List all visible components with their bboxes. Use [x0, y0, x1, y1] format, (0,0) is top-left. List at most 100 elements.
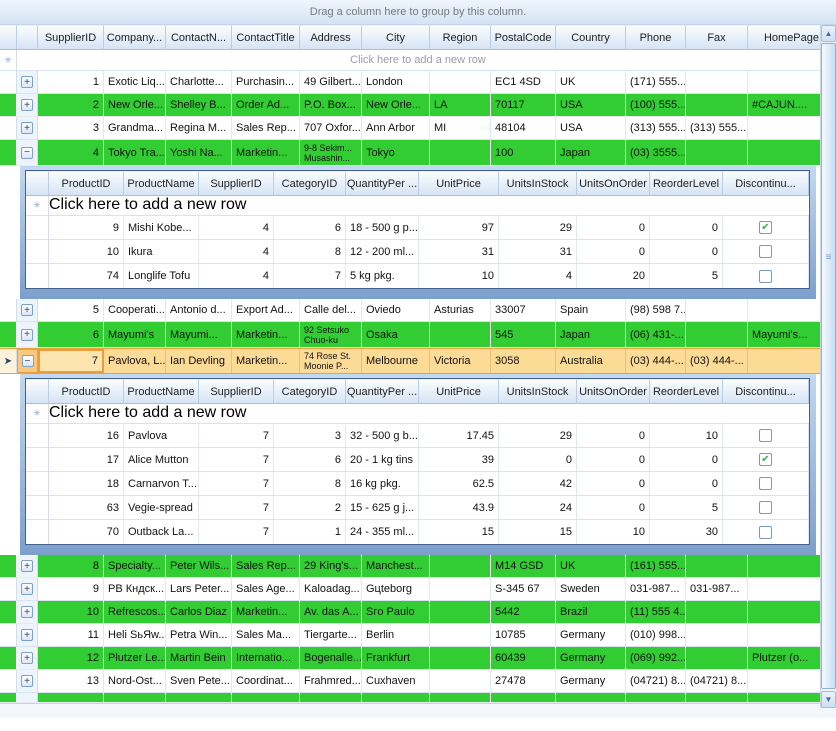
detail-column-header-supplier_id[interactable]: SupplierID [199, 379, 274, 404]
detail-column-header-category_id[interactable]: CategoryID [274, 171, 346, 196]
cell-contact_title[interactable]: Order Ad... [232, 94, 300, 116]
cell-fax[interactable] [686, 555, 748, 577]
cell-contact_title[interactable]: Sales Ma... [232, 624, 300, 646]
cell-phone[interactable]: (06) 431-... [626, 322, 686, 347]
cell-product_id[interactable]: 10 [49, 240, 124, 263]
detail-column-header-product_name[interactable]: ProductName [124, 379, 199, 404]
expand-cell[interactable]: − [17, 140, 38, 165]
cell-postal_code[interactable]: 10785 [491, 624, 556, 646]
detail-column-header-unit_price[interactable]: UnitPrice [419, 171, 499, 196]
detail-column-header-units_on_order[interactable]: UnitsOnOrder [577, 171, 650, 196]
detail-column-header-unit_price[interactable]: UnitPrice [419, 379, 499, 404]
cell-contact_name[interactable]: Peter Wils... [166, 555, 232, 577]
cell-product_id[interactable]: 18 [49, 472, 124, 495]
cell-units_in_stock[interactable]: 29 [499, 216, 577, 239]
table-row-supplier-9[interactable]: +9 PB Кндск... Lars Peter... Sales Age... Ka… [0, 578, 836, 601]
cell-region[interactable] [430, 322, 491, 347]
column-header-city[interactable]: City [362, 25, 430, 50]
cell-product_id[interactable]: 16 [49, 424, 124, 447]
cell-unit_price[interactable]: 97 [419, 216, 499, 239]
cell-units_on_order[interactable]: 0 [577, 240, 650, 263]
cell-address[interactable]: 29 King's... [300, 555, 362, 577]
cell-phone[interactable]: (100) 555... [626, 94, 686, 116]
expand-row-button[interactable]: + [21, 652, 33, 664]
cell-fax[interactable] [686, 140, 748, 165]
cell-address[interactable]: P.O. Box... [300, 94, 362, 116]
cell-supplier_id[interactable]: 7 [199, 496, 274, 519]
discontinued-checkbox[interactable] [759, 525, 772, 539]
cell-quantity_per[interactable]: 12 - 200 ml... [346, 240, 419, 263]
cell-postal_code[interactable]: 70117 [491, 94, 556, 116]
detail-column-header-product_id[interactable]: ProductID [49, 379, 124, 404]
cell-supplier_id[interactable] [38, 693, 104, 702]
column-header-supplier_id[interactable]: SupplierID [38, 25, 104, 50]
detail-table-row[interactable]: 74 Longlife Tofu 4 7 5 kg pkg. 10 4 20 5 [26, 264, 809, 288]
cell-units_in_stock[interactable]: 29 [499, 424, 577, 447]
cell-company[interactable]: Mayumi's [104, 322, 166, 347]
cell-region[interactable] [430, 140, 491, 165]
cell-supplier_id[interactable]: 12 [38, 647, 104, 669]
cell-contact_name[interactable]: Carlos Diaz [166, 601, 232, 623]
cell-product_id[interactable]: 70 [49, 520, 124, 544]
cell-phone[interactable]: (069) 992... [626, 647, 686, 669]
cell-supplier_id[interactable]: 9 [38, 578, 104, 600]
cell-contact_name[interactable]: Ian Devling [166, 349, 232, 373]
cell-company[interactable]: New Orle... [104, 94, 166, 116]
cell-address[interactable]: Tiergarte... [300, 624, 362, 646]
cell-category_id[interactable]: 8 [274, 472, 346, 495]
cell-contact_name[interactable]: Lars Peter... [166, 578, 232, 600]
cell-reorder_level[interactable]: 0 [650, 240, 723, 263]
cell-country[interactable]: Australia [556, 349, 626, 373]
cell-address[interactable]: Frahmred... [300, 670, 362, 692]
cell-company[interactable]: Pavlova, L... [104, 349, 166, 373]
cell-address[interactable]: Av. das A... [300, 601, 362, 623]
cell-contact_name[interactable]: Yoshi Na... [166, 140, 232, 165]
cell-units_on_order[interactable]: 0 [577, 472, 650, 495]
cell-units_on_order[interactable]: 0 [577, 448, 650, 471]
expand-row-button[interactable]: + [21, 122, 33, 134]
scroll-down-button[interactable]: ▼ [821, 691, 836, 708]
column-header-region[interactable]: Region [430, 25, 491, 50]
table-row-supplier-10[interactable]: +10 Refrescos... Carlos Diaz Marketin... Av.… [0, 601, 836, 624]
expand-cell[interactable]: + [17, 299, 38, 321]
cell-product_id[interactable]: 17 [49, 448, 124, 471]
cell-supplier_id[interactable]: 13 [38, 670, 104, 692]
column-header-phone[interactable]: Phone [626, 25, 686, 50]
cell-supplier_id[interactable]: 4 [38, 140, 104, 165]
cell-region[interactable]: LA [430, 94, 491, 116]
cell-contact_title[interactable]: Sales Rep... [232, 117, 300, 139]
detail-column-header-supplier_id[interactable]: SupplierID [199, 171, 274, 196]
discontinued-checkbox[interactable] [759, 269, 772, 283]
cell-region[interactable] [430, 555, 491, 577]
cell-address[interactable]: Kaloadag... [300, 578, 362, 600]
column-header-fax[interactable]: Fax [686, 25, 748, 50]
cell-units_in_stock[interactable]: 24 [499, 496, 577, 519]
cell-supplier_id[interactable]: 8 [38, 555, 104, 577]
detail-new-row[interactable]: ✳ Click here to add a new row [26, 196, 809, 216]
cell-postal_code[interactable]: 33007 [491, 299, 556, 321]
cell-contact_name[interactable]: Regina M... [166, 117, 232, 139]
row-indicator-header[interactable] [0, 25, 17, 50]
expand-cell[interactable]: + [17, 647, 38, 669]
cell-category_id[interactable]: 3 [274, 424, 346, 447]
cell-region[interactable] [430, 693, 491, 702]
cell-unit_price[interactable]: 43.9 [419, 496, 499, 519]
cell-fax[interactable] [686, 94, 748, 116]
cell-supplier_id[interactable]: 7 [199, 472, 274, 495]
cell-supplier_id[interactable]: 10 [38, 601, 104, 623]
scroll-up-button[interactable]: ▲ [821, 25, 836, 42]
cell-contact_title[interactable]: Sales Age... [232, 578, 300, 600]
cell-company[interactable]: PB Кндск... [104, 578, 166, 600]
expand-cell[interactable]: + [17, 624, 38, 646]
discontinued-checkbox[interactable] [759, 501, 772, 514]
cell-region[interactable] [430, 578, 491, 600]
expand-row-button[interactable]: + [21, 629, 33, 641]
cell-phone[interactable]: (04721) 8... [626, 670, 686, 692]
cell-supplier_id[interactable]: 7 [199, 520, 274, 544]
cell-city[interactable] [362, 693, 430, 702]
cell-contact_name[interactable] [166, 693, 232, 702]
cell-fax[interactable]: (04721) 8... [686, 670, 748, 692]
table-row-supplier-12[interactable]: +12 Plutzer Le... Martin Bein Internatio...… [0, 647, 836, 670]
table-row-supplier-6[interactable]: +6 Mayumi's Mayumi... Marketin... 92 Setsuko… [0, 322, 836, 348]
cell-phone[interactable]: (03) 3555... [626, 140, 686, 165]
